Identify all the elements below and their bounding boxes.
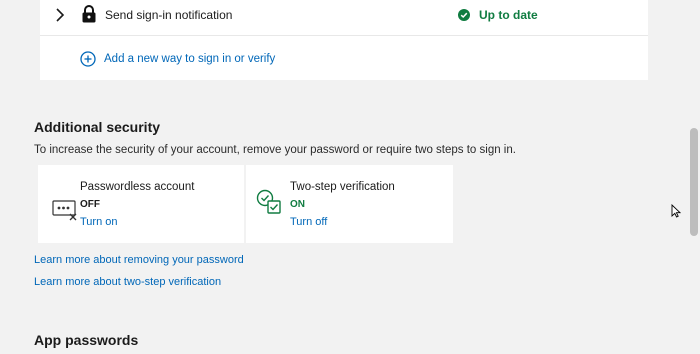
- two-step-turn-off-link[interactable]: Turn off: [290, 216, 327, 228]
- status-badge: Up to date: [458, 8, 538, 22]
- passwordless-account-card: Passwordless account OFF Turn on: [38, 165, 244, 243]
- app-passwords-heading: App passwords: [34, 332, 139, 348]
- scrollbar-thumb[interactable]: [690, 128, 698, 236]
- additional-security-description: To increase the security of your account…: [34, 144, 516, 156]
- two-step-state: ON: [290, 199, 305, 210]
- mouse-cursor-icon: [671, 204, 681, 218]
- sign-in-notification-label: Send sign-in notification: [105, 8, 233, 22]
- status-text: Up to date: [479, 8, 538, 22]
- two-step-title: Two-step verification: [290, 181, 395, 193]
- password-dots-icon: [52, 200, 77, 221]
- two-step-check-icon: [256, 189, 281, 214]
- learn-more-remove-password-link[interactable]: Learn more about removing your password: [34, 254, 244, 266]
- check-circle-icon: [458, 9, 470, 21]
- sign-in-methods-card: Send sign-in notification Up to date Add…: [40, 0, 648, 80]
- additional-security-heading: Additional security: [34, 119, 161, 135]
- add-sign-in-method-link[interactable]: Add a new way to sign in or verify: [80, 51, 275, 67]
- page-scrollbar[interactable]: [688, 0, 700, 354]
- add-method-label: Add a new way to sign in or verify: [104, 53, 276, 65]
- learn-more-two-step-link[interactable]: Learn more about two-step verification: [34, 276, 221, 288]
- plus-circle-icon: [80, 51, 96, 67]
- two-step-verification-card: Two-step verification ON Turn off: [246, 165, 453, 243]
- sign-in-notification-row[interactable]: Send sign-in notification Up to date: [40, 0, 648, 36]
- chevron-right-icon[interactable]: [54, 8, 66, 22]
- passwordless-title: Passwordless account: [80, 181, 195, 193]
- lock-icon: [82, 5, 96, 23]
- passwordless-state: OFF: [80, 199, 100, 210]
- passwordless-turn-on-link[interactable]: Turn on: [80, 216, 118, 228]
